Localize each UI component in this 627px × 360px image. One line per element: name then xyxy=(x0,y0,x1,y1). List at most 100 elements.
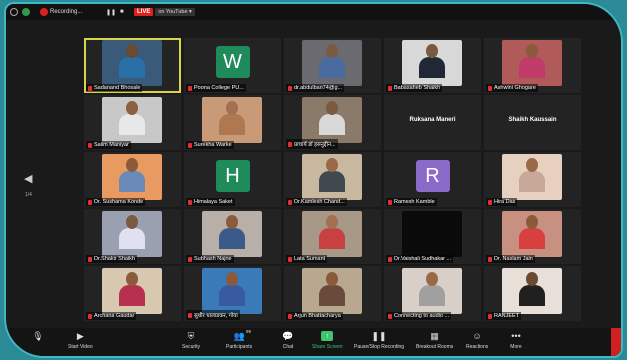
muted-mic-icon xyxy=(288,85,292,91)
participant-tile[interactable]: Ruksana Maneri xyxy=(384,95,481,150)
participant-name: Dr. Sushama Konde xyxy=(94,199,144,205)
info-icon[interactable] xyxy=(10,7,18,17)
muted-mic-icon xyxy=(188,142,192,148)
security-button[interactable]: ⛨ Security xyxy=(182,331,200,351)
participant-name-label: Surekha Warke xyxy=(186,141,234,149)
more-button[interactable]: ••• More xyxy=(510,331,522,350)
participant-name-label: Ramesh Kamble xyxy=(386,198,437,206)
recording-indicator: Recording... xyxy=(40,7,82,17)
zoom-window: Recording... ❚❚ ■ LIVE on YouTube ▾ ◀ 1/… xyxy=(4,2,623,358)
end-meeting-button[interactable] xyxy=(611,328,621,356)
participant-name: Dr.Kamlesh Chand... xyxy=(294,199,345,205)
participant-tile[interactable]: RANJEET xyxy=(484,266,581,321)
muted-mic-icon xyxy=(388,199,392,205)
start-video-button[interactable]: ▶ Start Video xyxy=(68,331,93,351)
participant-figure xyxy=(419,44,445,78)
participant-tile[interactable]: Babasaheb Shaikh xyxy=(384,38,481,93)
muted-mic-icon xyxy=(88,313,92,319)
youtube-stream-dropdown[interactable]: on YouTube ▾ xyxy=(155,8,195,16)
participant-name: Surekha Warke xyxy=(194,142,232,148)
participant-name: Arjun Bhattacharya xyxy=(294,313,341,319)
participant-tile[interactable]: R Ramesh Kamble xyxy=(384,152,481,207)
top-status-bar: Recording... ❚❚ ■ LIVE on YouTube ▾ xyxy=(6,4,621,20)
muted-mic-icon xyxy=(388,313,392,319)
muted-mic-icon xyxy=(488,313,492,319)
participant-center-name: Shaikh Kaussain xyxy=(508,117,557,123)
participant-tile[interactable]: Ashwini Ghogare xyxy=(484,38,581,93)
participant-name: Hira Das xyxy=(494,199,516,205)
participant-tile[interactable]: Dr. Sushama Konde xyxy=(84,152,181,207)
shield-icon[interactable] xyxy=(22,7,30,17)
participant-name: Ashwini Ghogare xyxy=(494,85,536,91)
participant-tile[interactable]: dr.abdulbari74@g... xyxy=(284,38,381,93)
participant-tile[interactable]: Connecting to audio ... xyxy=(384,266,481,321)
participant-name-label: Archana Gaudar xyxy=(86,312,137,320)
participant-tile[interactable]: Hira Das xyxy=(484,152,581,207)
muted-mic-icon xyxy=(288,141,292,147)
reactions-button[interactable]: ☺ Reactions xyxy=(466,331,488,350)
participant-name: Babasaheb Shaikh xyxy=(394,85,441,91)
breakout-rooms-button[interactable]: ▦ Breakout Rooms xyxy=(416,330,453,351)
muted-mic-icon xyxy=(288,313,292,319)
participant-name-label: Dr. Naslam Jain xyxy=(486,255,535,263)
participant-figure xyxy=(519,215,545,249)
participant-figure xyxy=(419,272,445,306)
microphone-icon: 🎙 xyxy=(32,330,44,341)
participant-tile[interactable]: Dr.Vaishali Sudhakar ... xyxy=(384,209,481,264)
muted-mic-icon xyxy=(188,312,192,318)
share-screen-button[interactable]: ↑ Share Screen xyxy=(312,331,343,350)
participant-name-label: Arjun Bhattacharya xyxy=(286,312,343,320)
participant-tile[interactable]: Dr.Shakir Shaikh xyxy=(84,209,181,264)
participant-name: Salim Maniyar xyxy=(94,142,129,148)
breakout-rooms-icon: ▦ xyxy=(430,330,439,341)
participant-figure xyxy=(219,215,245,249)
previous-page-icon[interactable]: ◀ xyxy=(24,172,32,185)
muted-mic-icon xyxy=(488,85,492,91)
participant-name: सुधीर धालाडकर, गोवा xyxy=(194,313,238,319)
pause-recording-button[interactable]: ❚❚ xyxy=(106,7,116,17)
participant-name-label: Lata Sumant xyxy=(286,255,328,263)
record-icon xyxy=(40,8,48,16)
pause-stop-recording-button[interactable]: ❚❚ Pause/Stop Recording xyxy=(354,330,404,351)
participant-figure xyxy=(119,272,145,306)
participant-tile[interactable]: W Poona College PU... xyxy=(184,38,281,93)
participants-count: 99 xyxy=(246,329,252,334)
participant-tile[interactable]: Archana Gaudar xyxy=(84,266,181,321)
stop-recording-button[interactable]: ■ xyxy=(120,7,124,17)
participant-tile[interactable]: Dr. Naslam Jain xyxy=(484,209,581,264)
participant-figure xyxy=(319,158,345,192)
participant-figure xyxy=(219,272,245,306)
mute-button[interactable]: 🎙 xyxy=(32,331,44,344)
participant-tile[interactable]: Subhash Najne xyxy=(184,209,281,264)
participant-tile[interactable]: Arjun Bhattacharya xyxy=(284,266,381,321)
participant-video xyxy=(102,211,162,257)
participant-name-label: Babasaheb Shaikh xyxy=(386,84,443,92)
participant-name-label: सुधीर धालाडकर, गोवा xyxy=(186,310,240,320)
participant-video xyxy=(302,211,362,257)
participant-tile[interactable]: Lata Sumant xyxy=(284,209,381,264)
participant-tile[interactable]: Shaikh Kaussain xyxy=(484,95,581,150)
muted-mic-icon xyxy=(488,199,492,205)
participant-name: Lata Sumant xyxy=(294,256,326,262)
participant-tile[interactable]: Surekha Warke xyxy=(184,95,281,150)
participant-video xyxy=(102,97,162,143)
page-indicator: 1/4 xyxy=(25,192,32,198)
participant-tile[interactable]: Dr.Kamlesh Chand... xyxy=(284,152,381,207)
chat-button[interactable]: 💬 Chat xyxy=(282,331,294,351)
participant-name-label: Dr.Kamlesh Chand... xyxy=(286,198,347,206)
live-badge[interactable]: LIVE on YouTube ▾ xyxy=(134,7,195,17)
participant-video xyxy=(402,268,462,314)
participant-tile[interactable]: सुधीर धालाडकर, गोवा xyxy=(184,266,281,321)
participant-video xyxy=(302,154,362,200)
participant-name-label: RANJEET xyxy=(486,312,522,320)
participant-name: Connecting to audio ... xyxy=(394,313,450,319)
participant-figure xyxy=(119,101,145,135)
pause-icon: ❚❚ xyxy=(371,330,387,341)
participant-tile[interactable]: Salim Maniyar xyxy=(84,95,181,150)
participant-video xyxy=(202,268,262,314)
participant-figure xyxy=(319,272,345,306)
participant-tile[interactable]: Sadanand Bhosale xyxy=(84,38,181,93)
participant-tile[interactable]: H Himalaya Saket xyxy=(184,152,281,207)
participant-tile[interactable]: प्राचार्य डॉ हसनुद्दीन... xyxy=(284,95,381,150)
muted-mic-icon xyxy=(488,256,492,262)
